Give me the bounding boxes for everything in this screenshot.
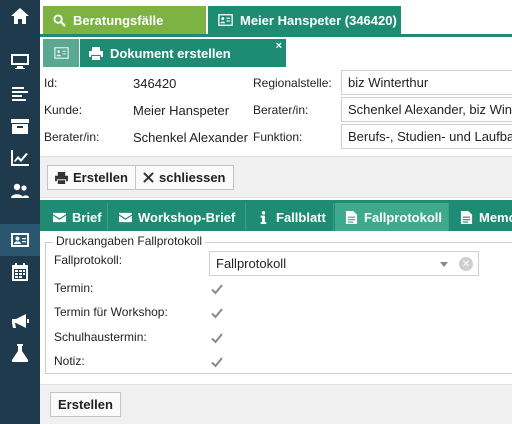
berater2-field[interactable]: Schenkel Alexander, biz Winterthur xyxy=(341,97,512,122)
search-icon xyxy=(53,13,66,27)
list-icon[interactable] xyxy=(0,78,40,110)
chevron-down-icon[interactable] xyxy=(440,262,448,267)
home-icon[interactable] xyxy=(0,0,40,32)
tab-fallprotokoll-label: Fallprotokoll xyxy=(364,209,442,225)
schliessen-label: schliessen xyxy=(159,170,226,185)
action-bar: Erstellen schliessen xyxy=(40,156,512,198)
fallprotokoll-select[interactable]: Fallprotokoll ✕ xyxy=(209,251,479,276)
id-card-icon xyxy=(53,47,69,59)
fallprotokoll-label: Fallprotokoll: xyxy=(54,253,123,267)
printer-icon xyxy=(55,171,68,184)
termin-checkbox[interactable] xyxy=(210,282,224,296)
termin-workshop-checkbox[interactable] xyxy=(210,306,224,320)
berater-label: Berater/in: xyxy=(44,130,100,144)
calendar-icon[interactable] xyxy=(0,256,40,288)
tab-fallblatt-label: Fallblatt xyxy=(276,209,326,225)
regionalstelle-field[interactable]: biz Winterthur xyxy=(341,70,512,95)
regionalstelle-label: Regionalstelle: xyxy=(253,76,332,90)
kunde-label: Kunde: xyxy=(44,103,83,117)
tab-dokument-erstellen[interactable]: Dokument erstellen × xyxy=(80,39,286,67)
users-icon[interactable] xyxy=(0,175,40,207)
schulhaustermin-checkbox[interactable] xyxy=(210,331,224,345)
archive-icon[interactable] xyxy=(0,110,40,142)
megaphone-icon[interactable] xyxy=(0,305,40,337)
tab-memo[interactable]: Memo xyxy=(450,203,512,231)
client-info: Id: 346420 Kunde: Meier Hanspeter Berate… xyxy=(40,68,512,152)
erstellen-button[interactable]: Erstellen xyxy=(50,392,121,417)
tab-fallblatt[interactable]: Fallblatt xyxy=(247,203,334,231)
id-card-icon xyxy=(218,14,233,26)
tab-brief[interactable]: Brief xyxy=(43,203,108,231)
termin-label: Termin: xyxy=(54,281,94,295)
funktion-label: Funktion: xyxy=(253,130,303,144)
sidebar xyxy=(0,0,40,424)
check-icon xyxy=(211,308,223,319)
erstellen-top-label: Erstellen xyxy=(73,170,128,185)
tab-client-label: Meier Hanspeter (346420) xyxy=(240,12,397,28)
monitor-icon[interactable] xyxy=(0,45,40,77)
check-icon xyxy=(211,357,223,368)
tab-client[interactable]: Meier Hanspeter (346420) xyxy=(208,6,401,34)
top-tab-bar: Beratungsfälle Meier Hanspeter (346420) xyxy=(40,0,512,36)
tab-memo-label: Memo xyxy=(479,209,512,225)
document-icon xyxy=(460,210,473,224)
document-icon xyxy=(345,210,358,224)
form-action-bar: Erstellen xyxy=(40,384,512,424)
close-tab-icon[interactable]: × xyxy=(276,40,282,52)
tab-brief-label: Brief xyxy=(72,209,102,225)
berater-value: Schenkel Alexander xyxy=(133,130,248,145)
document-tab-bar: Brief Workshop-Brief Fallblatt Fallproto… xyxy=(40,200,512,231)
check-icon xyxy=(211,284,223,295)
tab-dokument-erstellen-label: Dokument erstellen xyxy=(110,45,231,61)
funktion-field[interactable]: Berufs-, Studien- und Laufbahnberatung xyxy=(341,124,512,149)
tab-beratungsfaelle-label: Beratungsfälle xyxy=(73,12,164,28)
info-icon xyxy=(260,210,267,224)
check-icon xyxy=(211,333,223,344)
id-value: 346420 xyxy=(133,76,177,91)
envelope-icon xyxy=(119,212,132,222)
erstellen-label: Erstellen xyxy=(58,397,113,412)
erstellen-top-button[interactable]: Erstellen xyxy=(47,165,136,190)
clear-icon[interactable]: ✕ xyxy=(459,257,473,271)
berater2-label: Berater/in: xyxy=(253,103,309,117)
flask-icon[interactable] xyxy=(0,337,40,369)
printer-icon xyxy=(89,46,103,60)
notiz-checkbox[interactable] xyxy=(210,355,224,369)
termin-workshop-label: Termin für Workshop: xyxy=(54,305,168,319)
id-label: Id: xyxy=(44,76,58,90)
fallprotokoll-select-value: Fallprotokoll xyxy=(216,256,287,271)
kunde-value: Meier Hanspeter xyxy=(133,103,230,118)
tab-workshop-brief-label: Workshop-Brief xyxy=(138,209,236,225)
fieldset-legend: Druckangaben Fallprotokoll xyxy=(53,234,206,248)
subtab-overview[interactable] xyxy=(43,39,79,67)
schliessen-button[interactable]: schliessen xyxy=(135,165,234,190)
tab-fallprotokoll[interactable]: Fallprotokoll xyxy=(335,203,449,231)
id-card-icon[interactable] xyxy=(0,224,40,256)
notiz-label: Notiz: xyxy=(54,354,85,368)
schulhaustermin-label: Schulhaustermin: xyxy=(54,330,147,344)
chart-icon[interactable] xyxy=(0,142,40,174)
sub-tab-bar: Dokument erstellen × xyxy=(40,37,512,68)
close-icon xyxy=(143,172,154,183)
envelope-icon xyxy=(53,212,66,222)
tab-beratungsfaelle[interactable]: Beratungsfälle xyxy=(43,6,206,34)
tab-workshop-brief[interactable]: Workshop-Brief xyxy=(109,203,246,231)
